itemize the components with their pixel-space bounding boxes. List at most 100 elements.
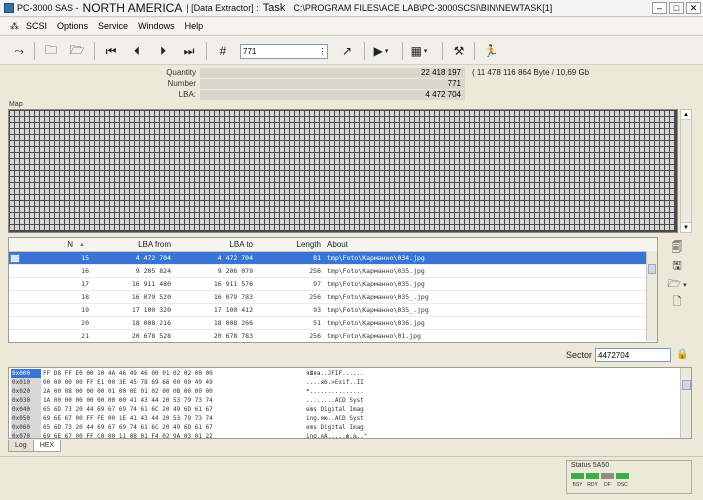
- quantity-row: Quantity 22 418 197 ( 11 478 116 864 Byt…: [160, 68, 640, 79]
- sector-map-grid: [9, 110, 677, 232]
- table-row[interactable]: 20 18 008 216 18 008 266 51 tmp\Foto\Карманн…: [9, 317, 657, 330]
- menu-service[interactable]: Service: [98, 21, 128, 31]
- table-row[interactable]: 17 16 911 480 16 911 576 97 tmp\Foto\Карманн…: [9, 278, 657, 291]
- table-row[interactable]: 21 20 678 528 20 678 783 256 tmp\Foto\Карман…: [9, 330, 657, 342]
- menu-help[interactable]: Help: [185, 21, 204, 31]
- menu-windows[interactable]: Windows: [138, 21, 175, 31]
- record-number-input[interactable]: [240, 44, 328, 59]
- window-controls: – □ ✕: [652, 2, 701, 14]
- toolbar-separator: [442, 42, 443, 60]
- menu-scsi[interactable]: SCSI: [26, 21, 47, 31]
- table-row[interactable]: 18 16 079 520 16 079 783 256 tmp\Foto\Карман…: [9, 291, 657, 304]
- table-row[interactable]: 19 17 100 320 17 100 412 93 tmp\Foto\Карманн…: [9, 304, 657, 317]
- bottom-tabs: Log HEX: [8, 440, 62, 453]
- title-module: | [Data Extractor] :: [186, 3, 259, 13]
- tools-icon[interactable]: ⚒: [448, 41, 470, 61]
- hex-row[interactable]: 0x010 00 00 00 00 FF E1 00 3E 45 78 69 66…: [9, 378, 679, 387]
- hex-ascii: ems Digital Imag: [306, 406, 364, 413]
- hex-bytes: 00 00 00 00 FF E1 00 3E 45 78 69 66 00 0…: [43, 379, 213, 386]
- previous-record-icon[interactable]: ⏴: [126, 41, 148, 61]
- disconnect-icon[interactable]: ⤳: [8, 41, 30, 61]
- hex-row[interactable]: 0x030 1A 00 00 00 00 00 00 00 41 43 44 20…: [9, 396, 679, 405]
- open-folder-icon[interactable]: 🗀: [40, 41, 62, 61]
- cell-lba-from: 4 472 704: [135, 254, 171, 262]
- hex-ascii: ing.яю..ACD Syst: [306, 415, 364, 422]
- table-header: N ▲ LBA from LBA to Length About: [9, 238, 657, 252]
- copy-file-icon[interactable]: 🗐: [666, 240, 688, 256]
- cell-n: 19: [81, 306, 89, 314]
- cell-length: 97: [313, 280, 321, 288]
- hex-address: 0x020: [11, 387, 41, 396]
- tab-hex[interactable]: HEX: [32, 440, 62, 452]
- minimize-button[interactable]: –: [652, 2, 667, 14]
- number-value: 771: [200, 79, 465, 89]
- record-number-picker[interactable]: ⋮: [318, 45, 327, 58]
- sector-map[interactable]: [8, 109, 678, 233]
- map-scrollbar[interactable]: ▲ ▼: [680, 109, 692, 233]
- hex-ascii: яШяа..JFIF......: [306, 370, 364, 377]
- hash-icon[interactable]: #: [212, 41, 234, 61]
- led-label: BSY: [572, 482, 583, 488]
- hex-row[interactable]: 0x050 69 6E 67 00 FF FE 00 1E 41 43 44 20…: [9, 414, 679, 423]
- table-scrollbar[interactable]: [646, 251, 657, 341]
- run-task-icon[interactable]: 🏃: [480, 41, 502, 61]
- save-file-icon[interactable]: 🖫: [666, 258, 688, 274]
- hex-scroll-thumb[interactable]: [682, 380, 691, 390]
- hex-bytes: 69 6E 67 00 FF C0 00 11 08 01 F4 02 9A 0…: [43, 433, 213, 439]
- maximize-button[interactable]: □: [669, 2, 684, 14]
- first-record-icon[interactable]: ⏮: [100, 41, 122, 61]
- status-led: [601, 473, 614, 479]
- hex-scrollbar[interactable]: [680, 368, 691, 438]
- cell-about: tmp\Foto\Карманно\01.jpg: [327, 332, 421, 340]
- cell-length: 256: [309, 332, 321, 340]
- cell-lba-from: 16 911 480: [131, 280, 171, 288]
- column-about[interactable]: About: [327, 238, 447, 252]
- lock-icon[interactable]: 🔒: [676, 349, 688, 361]
- table-row[interactable]: 15 4 472 704 4 472 704 81 tmp\Foto\Карманно\…: [9, 252, 657, 265]
- export-icon[interactable]: ↗: [336, 41, 358, 61]
- map-scroll-down[interactable]: ▼: [681, 222, 691, 232]
- sector-input[interactable]: [595, 348, 671, 362]
- close-button[interactable]: ✕: [686, 2, 701, 14]
- play-icon[interactable]: ▶ ▾: [370, 41, 392, 61]
- hex-row[interactable]: 0x020 2A 00 08 00 00 00 01 00 0E 01 02 00…: [9, 387, 679, 396]
- cell-n: 16: [81, 267, 89, 275]
- status-bar: Status 5A50 BSY RDY DF DSC: [0, 456, 703, 500]
- hex-row[interactable]: 0x060 65 6D 73 20 44 69 67 69 74 61 6C 20…: [9, 423, 679, 432]
- hex-row[interactable]: 0x070 69 6E 67 00 FF C0 00 11 08 01 F4 02…: [9, 432, 679, 439]
- number-row: Number 771: [160, 79, 640, 90]
- hex-view[interactable]: 0x000 FF D8 FF E0 00 10 4A 46 49 46 00 01…: [8, 367, 692, 439]
- cell-lba-from: 18 008 216: [131, 319, 171, 327]
- grid-view-icon[interactable]: ▦ ▾: [408, 41, 430, 61]
- led-label: DF: [604, 482, 611, 488]
- cell-lba-to: 16 911 576: [213, 280, 253, 288]
- title-prefix: PC-3000 SAS -: [17, 3, 79, 13]
- quantity-label: Quantity: [166, 68, 196, 77]
- cell-lba-to: 9 206 079: [217, 267, 253, 275]
- hex-row[interactable]: 0x040 65 6D 73 20 44 69 67 69 74 61 6C 20…: [9, 405, 679, 414]
- sort-ascending-icon[interactable]: ▲: [79, 238, 89, 252]
- last-record-icon[interactable]: ⏭: [178, 41, 200, 61]
- table-scroll-thumb[interactable]: [648, 264, 656, 274]
- document-icon[interactable]: 🗋: [666, 294, 688, 310]
- map-scroll-up[interactable]: ▲: [681, 110, 691, 120]
- hex-address: 0x010: [11, 378, 41, 387]
- lba-value: 4 472 704: [200, 90, 465, 100]
- save-folder-icon[interactable]: 🗁: [66, 41, 88, 61]
- column-lba-from[interactable]: LBA from: [109, 238, 171, 252]
- column-n[interactable]: N: [29, 238, 73, 252]
- next-record-icon[interactable]: ⏵: [152, 41, 174, 61]
- tab-log[interactable]: Log: [8, 440, 34, 452]
- menu-options[interactable]: Options: [57, 21, 88, 31]
- folder-open-icon[interactable]: 🗁 ▾: [666, 276, 688, 292]
- hex-row[interactable]: 0x000 FF D8 FF E0 00 10 4A 46 49 46 00 01…: [9, 369, 679, 378]
- hex-bytes: FF D8 FF E0 00 10 4A 46 49 46 00 01 02 0…: [43, 370, 213, 377]
- toolbar: ⤳ 🗀 🗁 ⏮ ⏴ ⏵ ⏭ # ⋮ ↗ ▶▾ ▦▾ ⚒ 🏃: [0, 35, 703, 65]
- column-length[interactable]: Length: [269, 238, 321, 252]
- cell-about: tmp\Foto\Карманно\035_.jpg: [327, 293, 429, 301]
- table-row[interactable]: 16 9 205 824 9 206 079 256 tmp\Foto\Карманно…: [9, 265, 657, 278]
- cell-n: 20: [81, 319, 89, 327]
- column-lba-to[interactable]: LBA to: [195, 238, 253, 252]
- cell-lba-to: 4 472 704: [217, 254, 253, 262]
- hex-ascii: ems Digital Imag: [306, 424, 364, 431]
